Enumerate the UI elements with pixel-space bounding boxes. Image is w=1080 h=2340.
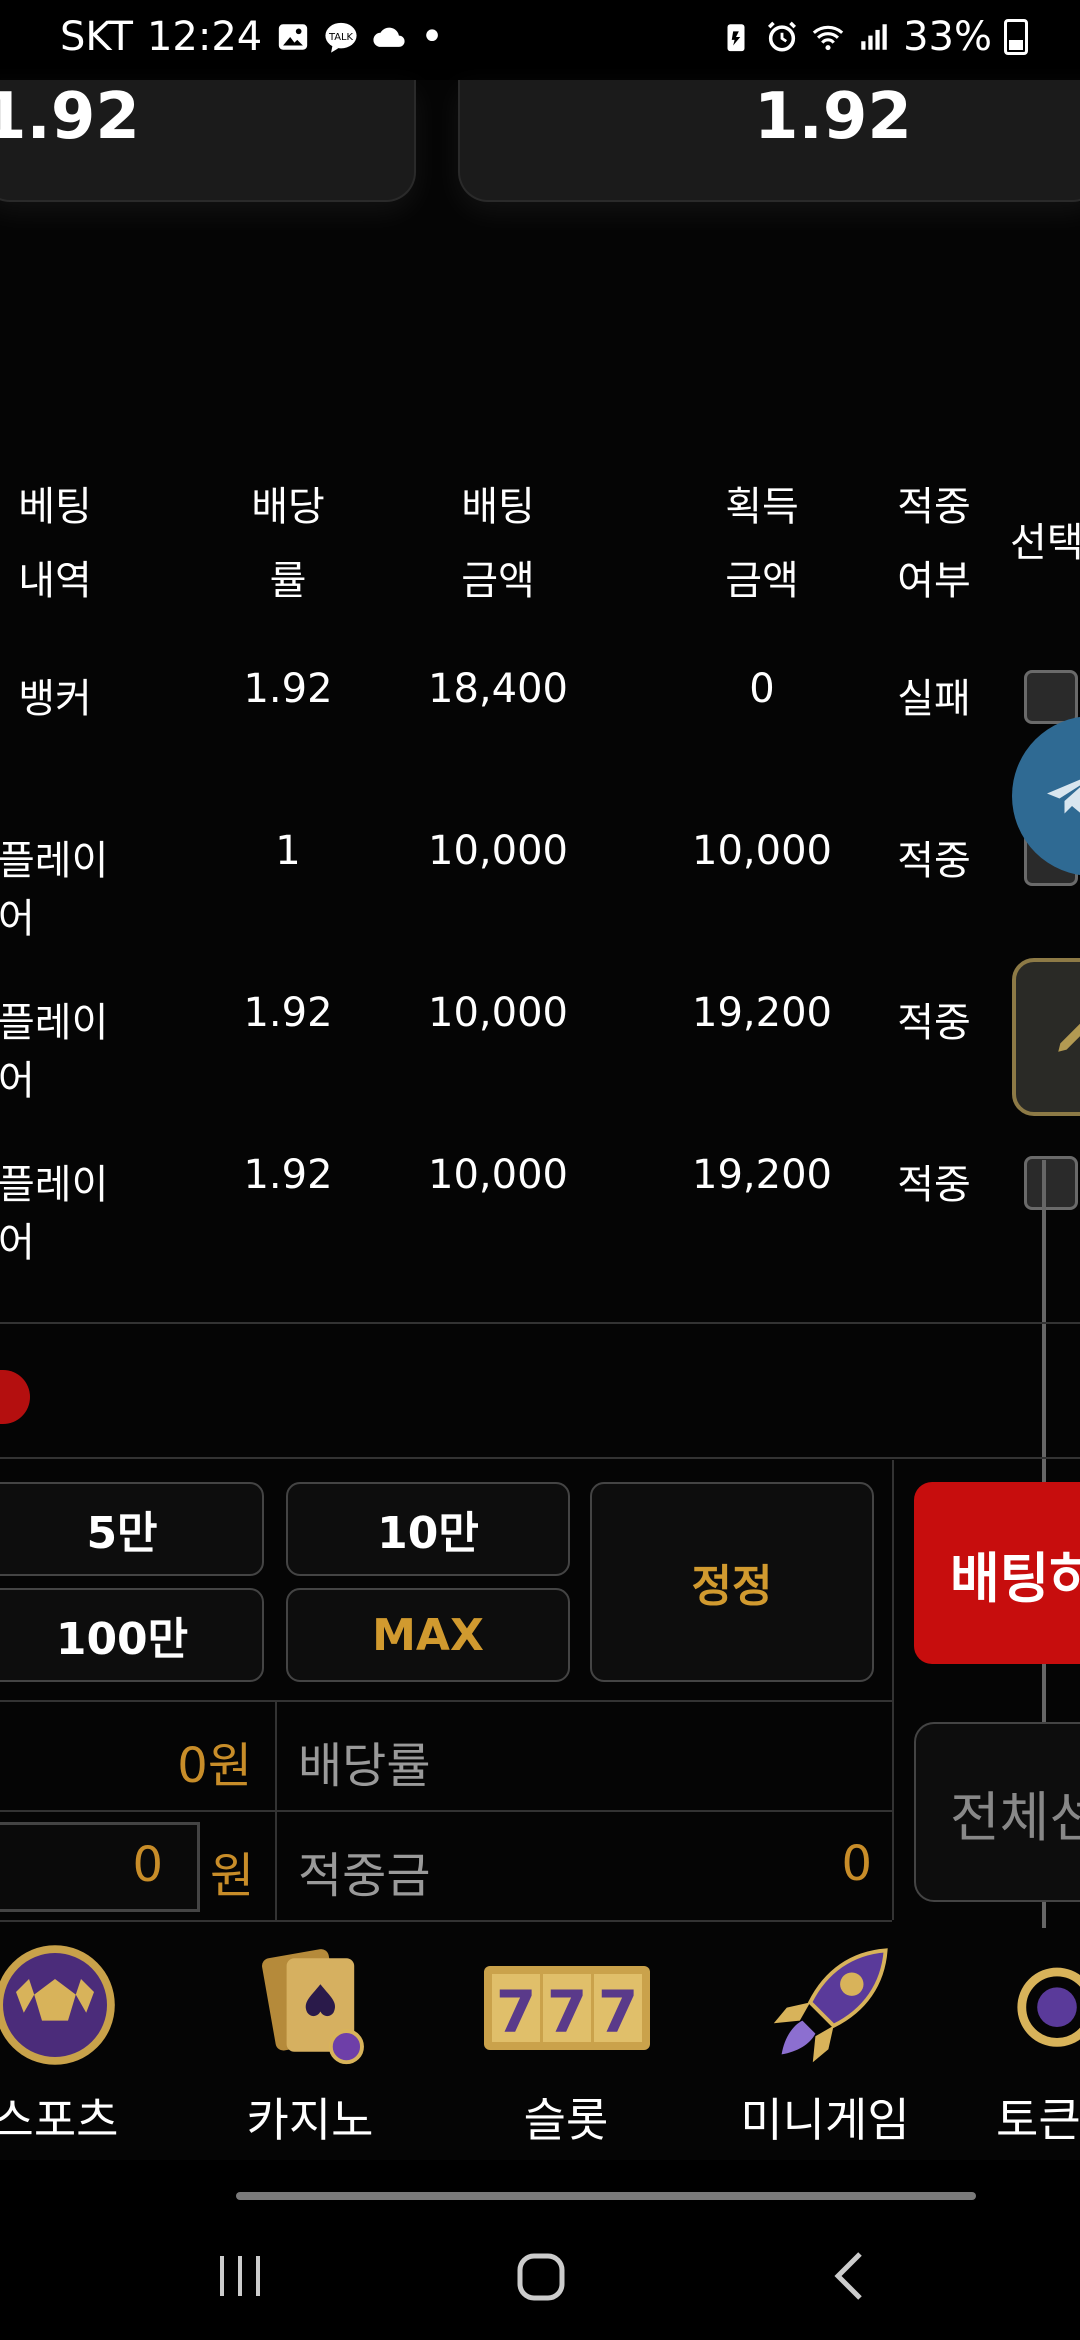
menu-item-minigame[interactable]: 미니게임 bbox=[730, 1940, 920, 2160]
chip-50k-button[interactable]: 5만 bbox=[0, 1482, 264, 1576]
bet-amount-value: 0 bbox=[132, 1837, 163, 1893]
panel-row-divider bbox=[0, 1700, 892, 1702]
panel-divider bbox=[0, 1457, 1080, 1459]
header-result: 적중 여부 bbox=[897, 484, 971, 604]
soccer-ball-icon bbox=[0, 1945, 115, 2065]
max-button[interactable]: MAX bbox=[286, 1588, 570, 1682]
carrier-label: SKT bbox=[60, 14, 133, 60]
status-left: SKT 12:24 TALK • bbox=[60, 14, 444, 60]
cell-odds: 1.92 bbox=[243, 990, 333, 1036]
header-bet-type: 베팅 내역 bbox=[18, 484, 92, 604]
select-all-button[interactable]: 전체선 bbox=[914, 1722, 1080, 1902]
signal-icon bbox=[861, 24, 887, 50]
banker-odds-card[interactable]: 1.92 bbox=[0, 80, 416, 202]
info-row-divider bbox=[0, 1810, 892, 1812]
odds-value: 1.92 bbox=[0, 80, 140, 154]
chip-100k-button[interactable]: 10만 bbox=[286, 1482, 570, 1576]
panel-vertical-divider bbox=[892, 1460, 894, 1920]
menu-item-casino[interactable]: 카지노 bbox=[220, 1940, 400, 2160]
betting-history-table: 베팅 내역 배당 률 배팅 금액 획득 금액 적중 여부 선택 뱅커 1.92 18,40… bbox=[0, 470, 1080, 1330]
menu-label: 미니게임 bbox=[740, 2093, 910, 2147]
wifi-icon bbox=[812, 25, 844, 51]
cell-odds: 1.92 bbox=[243, 1152, 333, 1198]
header-select: 선택 bbox=[1010, 520, 1080, 566]
menu-label: 토큰 bbox=[996, 2093, 1080, 2147]
menu-label: 슬롯 bbox=[523, 2093, 609, 2147]
odds-rate-label: 배당률 bbox=[298, 1738, 431, 1794]
correct-button[interactable]: 정정 bbox=[590, 1482, 874, 1682]
panel-bottom-divider bbox=[0, 1920, 892, 1922]
cell-result: 적중 bbox=[897, 1000, 971, 1046]
alarm-icon bbox=[768, 21, 797, 52]
row-select-checkbox[interactable] bbox=[1024, 670, 1078, 724]
rocket-icon bbox=[773, 1948, 888, 2063]
menu-item-token[interactable]: 토큰 bbox=[992, 1940, 1080, 2160]
recent-apps-button[interactable] bbox=[210, 2250, 270, 2302]
player-odds-card[interactable]: 1.92 bbox=[458, 80, 1080, 202]
cell-bet-amount: 10,000 bbox=[428, 828, 568, 874]
slot-777-icon: 7 7 7 bbox=[484, 1966, 650, 2050]
cell-win-amount: 19,200 bbox=[692, 1152, 832, 1198]
kakaotalk-icon: TALK bbox=[325, 22, 357, 53]
menu-item-sports[interactable]: 스포츠 bbox=[0, 1940, 160, 2160]
chip-1m-button[interactable]: 100만 bbox=[0, 1588, 264, 1682]
back-button[interactable] bbox=[826, 2248, 876, 2304]
svg-text:7: 7 bbox=[547, 1978, 587, 2046]
header-win-amount: 획득 금액 bbox=[725, 484, 799, 604]
won-unit-label: 원 bbox=[210, 1848, 255, 1904]
battery-saver-icon bbox=[727, 24, 745, 52]
svg-text:7: 7 bbox=[598, 1978, 638, 2046]
cell-bet-type: 플레이어 bbox=[0, 838, 109, 942]
balance-value: 0원 bbox=[177, 1738, 252, 1794]
gesture-handle[interactable] bbox=[236, 2192, 976, 2200]
battery-icon bbox=[1004, 19, 1028, 55]
place-bet-button[interactable]: 배팅하 bbox=[914, 1482, 1080, 1664]
menu-label: 스포츠 bbox=[0, 2093, 119, 2147]
cell-bet-type: 뱅커 bbox=[18, 676, 92, 722]
more-notifications-dot: • bbox=[420, 14, 444, 60]
header-bet-amount: 배팅 금액 bbox=[461, 484, 535, 604]
home-icon bbox=[517, 2253, 565, 2301]
status-right: 33% bbox=[719, 14, 1028, 60]
svg-text:TALK: TALK bbox=[328, 32, 354, 43]
cell-bet-type: 플레이어 bbox=[0, 1162, 109, 1266]
row-select-checkbox[interactable] bbox=[1024, 1156, 1078, 1210]
odds-value: 1.92 bbox=[754, 80, 912, 154]
bet-amount-input[interactable]: 0 bbox=[0, 1822, 200, 1912]
edit-floating-button[interactable] bbox=[1012, 958, 1080, 1116]
cell-result: 실패 bbox=[897, 676, 971, 722]
cell-win-amount: 19,200 bbox=[692, 990, 832, 1036]
cell-bet-amount: 18,400 bbox=[428, 666, 568, 712]
clock: 12:24 bbox=[146, 14, 263, 60]
cell-result: 적중 bbox=[897, 1162, 971, 1208]
battery-percent: 33% bbox=[903, 14, 992, 60]
home-button[interactable] bbox=[514, 2250, 570, 2304]
cell-odds: 1.92 bbox=[243, 666, 333, 712]
pencil-icon bbox=[1058, 1023, 1080, 1052]
win-amount-value: 0 bbox=[841, 1836, 872, 1892]
cell-win-amount: 0 bbox=[749, 666, 775, 712]
cell-bet-type: 플레이어 bbox=[0, 1000, 109, 1104]
cloud-icon bbox=[373, 27, 405, 47]
back-icon bbox=[834, 2252, 862, 2300]
cell-bet-amount: 10,000 bbox=[428, 990, 568, 1036]
header-odds: 배당 률 bbox=[251, 484, 325, 604]
win-amount-label: 적중금 bbox=[298, 1848, 431, 1904]
svg-text:7: 7 bbox=[496, 1978, 536, 2046]
cards-icon bbox=[262, 1949, 364, 2065]
cell-bet-amount: 10,000 bbox=[428, 1152, 568, 1198]
cell-result: 적중 bbox=[897, 838, 971, 884]
panel-top-divider bbox=[0, 1322, 1080, 1324]
gallery-icon bbox=[279, 24, 308, 50]
recents-icon bbox=[220, 2256, 260, 2296]
cell-odds: 1 bbox=[275, 828, 301, 874]
token-icon bbox=[1017, 1967, 1080, 2047]
menu-item-slot[interactable]: 7 7 7 슬롯 bbox=[476, 1940, 656, 2160]
cell-win-amount: 10,000 bbox=[692, 828, 832, 874]
notification-dot bbox=[0, 1370, 30, 1424]
menu-label: 카지노 bbox=[246, 2093, 374, 2147]
telegram-icon bbox=[1047, 779, 1080, 814]
